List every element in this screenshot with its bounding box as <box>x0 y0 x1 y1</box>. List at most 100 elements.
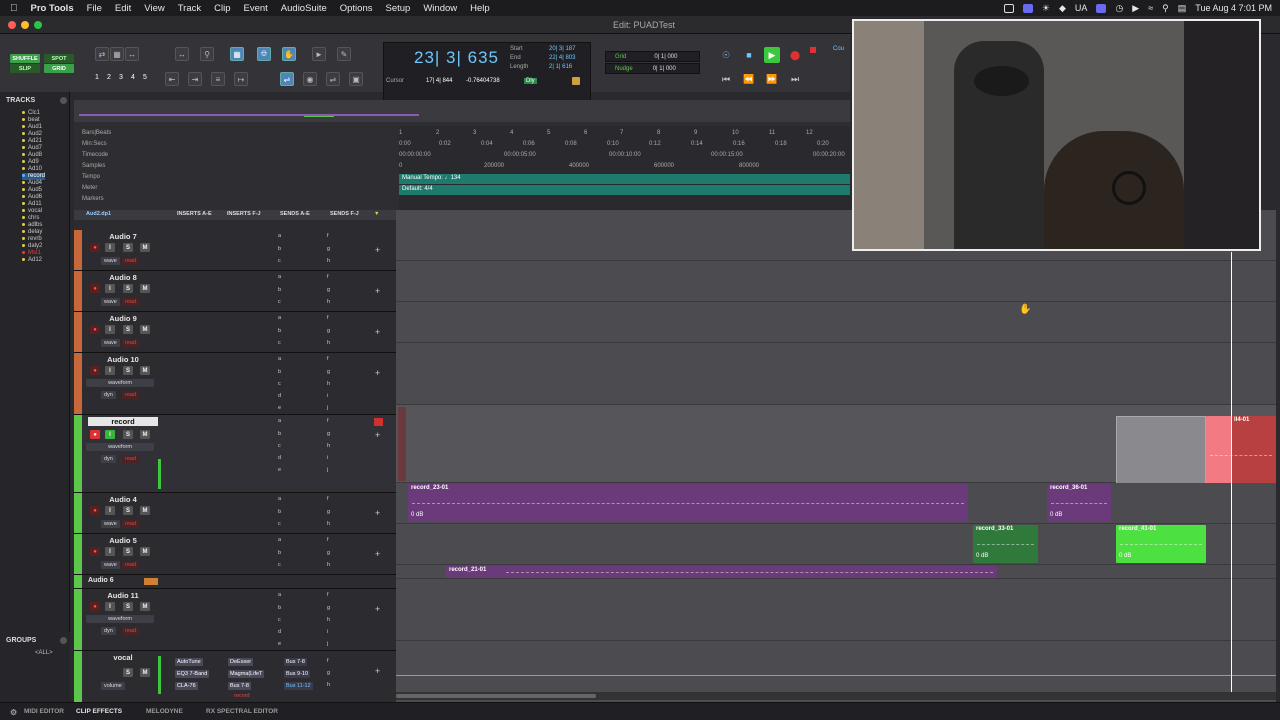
view-selector[interactable]: wave <box>101 298 120 306</box>
record-arm-button[interactable]: ● <box>90 325 100 334</box>
lane-audio-4[interactable]: record_23-01 0 dB record_36-01 0 dB <box>396 483 1276 524</box>
zoom-preset-3[interactable]: 3 <box>119 74 123 81</box>
send-slot[interactable]: g <box>327 605 330 611</box>
add-icon[interactable]: + <box>375 245 380 255</box>
solo-button[interactable]: S <box>123 668 133 677</box>
send-slot[interactable]: h <box>327 521 330 527</box>
send-slot[interactable]: g <box>327 328 330 334</box>
add-icon[interactable]: + <box>375 327 380 337</box>
scroll-thumb[interactable] <box>396 694 596 698</box>
record-arm-button[interactable]: ● <box>90 602 100 611</box>
track-list-item[interactable]: delay <box>22 229 42 236</box>
send-slot[interactable]: c <box>278 521 281 527</box>
audio-clip[interactable]: record_36-01 0 dB <box>1047 484 1111 522</box>
menu-app[interactable]: Pro Tools <box>31 3 74 14</box>
close-icon[interactable] <box>8 21 16 29</box>
lane-audio-9[interactable] <box>396 302 1276 343</box>
insert-slot[interactable]: EQ3 7-Band <box>175 670 210 678</box>
send-slot[interactable]: b <box>278 287 281 293</box>
track-list-item[interactable]: Ad21 <box>22 138 42 145</box>
send-slot[interactable]: b <box>278 369 281 375</box>
track-name[interactable]: Audio 7 <box>88 232 158 241</box>
group-all[interactable]: <ALL> <box>35 650 53 656</box>
playhead[interactable] <box>1231 252 1232 692</box>
display-icon[interactable] <box>1096 3 1107 13</box>
solo-button[interactable]: S <box>123 430 133 439</box>
send-slot[interactable]: h <box>327 617 330 623</box>
send-slot[interactable]: e <box>278 467 281 473</box>
view-selector[interactable]: wave <box>101 257 120 265</box>
groups-menu-icon[interactable] <box>60 637 67 644</box>
nudge-value-box[interactable]: Nudge 0| 1| 000 <box>605 63 700 74</box>
send-slot[interactable]: h <box>327 682 330 688</box>
zoom-preset-4[interactable]: 4 <box>131 74 135 81</box>
mute-button[interactable]: M <box>140 284 150 293</box>
menu-clip[interactable]: Clip <box>214 3 230 14</box>
send-slot[interactable]: e <box>278 641 281 647</box>
send-slot[interactable]: b <box>278 431 281 437</box>
zoom-icon[interactable] <box>34 21 42 29</box>
nudge-left-icon[interactable]: ⇤ <box>165 72 179 86</box>
selector-tool-icon[interactable]: ⎊ <box>257 47 271 61</box>
insert-slot[interactable]: Magma(LifeT <box>228 670 265 678</box>
send-slot[interactable]: g <box>327 509 330 515</box>
grid-mode-button[interactable]: GRID <box>44 64 74 73</box>
filter-icon[interactable]: ▼ <box>374 211 379 217</box>
audio-clip[interactable]: ll4-01 <box>1206 416 1276 493</box>
zoom-preset-5[interactable]: 5 <box>143 74 147 81</box>
solo-button[interactable]: S <box>123 602 133 611</box>
shuffle-mode-button[interactable]: SHUFFLE <box>10 54 40 63</box>
window-icon[interactable]: ▣ <box>349 72 363 86</box>
solo-button[interactable]: S <box>123 506 133 515</box>
send-slot[interactable]: h <box>327 381 330 387</box>
track-list-item[interactable]: vocal <box>22 208 42 215</box>
lane-record[interactable]: ll4-01 <box>396 405 1276 493</box>
send-slot[interactable]: c <box>278 299 281 305</box>
send-slot[interactable]: Bus 11-12 <box>284 682 313 690</box>
menu-file[interactable]: File <box>87 3 102 14</box>
link-icon[interactable]: ≡ <box>211 72 225 86</box>
mute-button[interactable]: M <box>140 325 150 334</box>
status-icon[interactable] <box>1003 3 1014 13</box>
track-audio-6[interactable]: Audio 6 <box>74 575 396 589</box>
sends-fj-header[interactable]: SENDS F-J <box>330 211 359 217</box>
send-slot[interactable]: a <box>278 592 281 598</box>
search-icon[interactable]: ⚲ <box>1162 3 1169 14</box>
lane-audio-11[interactable] <box>396 579 1276 641</box>
send-slot[interactable]: e <box>278 405 281 411</box>
zoom-preset-1[interactable]: 1 <box>95 74 99 81</box>
send-slot[interactable]: d <box>278 455 281 461</box>
track-name[interactable]: Audio 8 <box>88 273 158 282</box>
volume-automation-line[interactable] <box>396 675 1276 676</box>
add-icon[interactable]: + <box>375 368 380 378</box>
send-slot[interactable]: a <box>278 418 281 424</box>
track-list-item[interactable]: daly2 <box>22 243 42 250</box>
track-collapsed-controls[interactable] <box>144 578 158 585</box>
send-slot[interactable]: f <box>327 418 329 424</box>
track-list-item[interactable]: Clc1 <box>22 110 40 117</box>
automation-mode[interactable]: read <box>122 257 140 265</box>
track-list-item[interactable]: chrs <box>22 215 39 222</box>
start-value[interactable]: 20| 3| 187 <box>549 46 575 52</box>
edit-timeline-area[interactable]: ll4-01 record_23-01 0 dB record_36-01 0 … <box>396 210 1276 702</box>
track-list-item[interactable]: Ad11 <box>22 201 42 208</box>
track-list-item[interactable]: Ad9 <box>22 159 39 166</box>
track-audio-10[interactable]: Audio 10 ● I S M waveform dyn read a b c… <box>74 353 396 415</box>
track-audio-7[interactable]: Audio 7 ● I S M wave read a b c f g h + <box>74 230 396 271</box>
input-monitor-button[interactable]: I <box>105 243 115 252</box>
send-slot[interactable]: b <box>278 246 281 252</box>
insert-slot[interactable]: CLA-76 <box>175 682 198 690</box>
track-list-item[interactable]: Ad10 <box>22 166 42 173</box>
send-slot[interactable]: c <box>278 340 281 346</box>
grabber-tool-icon[interactable]: ✋ <box>282 47 296 61</box>
track-name[interactable]: Audio 9 <box>88 314 158 323</box>
insertion-follows-icon[interactable]: ↦ <box>234 72 248 86</box>
track-record[interactable]: record ● I S M waveform dyn read a b c d… <box>74 415 396 493</box>
send-slot[interactable]: f <box>327 592 329 598</box>
send-slot[interactable]: b <box>278 605 281 611</box>
solo-button[interactable]: S <box>123 325 133 334</box>
automation-mode[interactable]: read <box>122 339 140 347</box>
grid-value-box[interactable]: Grid 0| 1| 000 <box>605 51 700 62</box>
record-arm-button[interactable]: ● <box>90 366 100 375</box>
menu-help[interactable]: Help <box>470 3 490 14</box>
